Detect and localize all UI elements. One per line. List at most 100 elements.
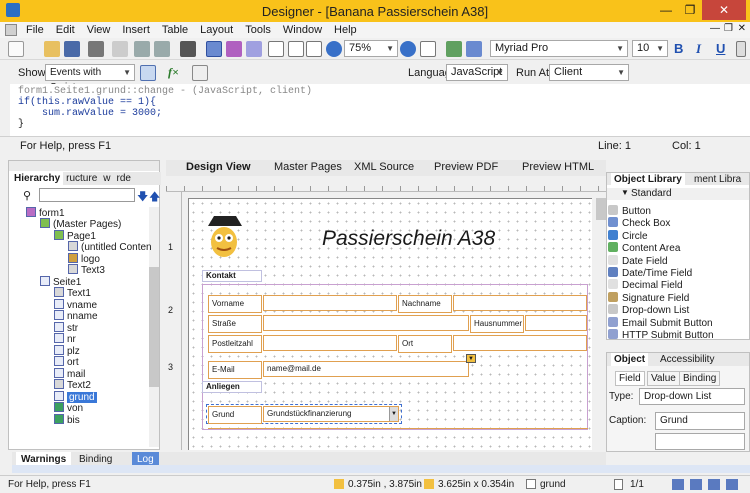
arrow-up-icon[interactable]: 🡅 (149, 188, 160, 207)
zoom-out-icon[interactable] (326, 41, 342, 57)
menu-insert[interactable]: Insert (116, 22, 156, 38)
language-select[interactable]: JavaScript ▼ (446, 64, 508, 81)
mdi-close-button[interactable]: ✕ (738, 23, 746, 34)
library-tab[interactable]: ment Libra (691, 173, 744, 186)
library-item[interactable]: Check Box (608, 217, 670, 230)
tree-item[interactable]: bis (54, 414, 80, 426)
menu-layout[interactable]: Layout (194, 22, 239, 38)
library-item[interactable]: Decimal Field (608, 279, 683, 292)
vorname-field[interactable] (263, 295, 397, 311)
undo-icon[interactable] (134, 41, 150, 57)
ort-field[interactable] (453, 335, 587, 351)
events-list-icon[interactable] (140, 65, 156, 81)
tree-item[interactable]: Text2 (54, 379, 91, 391)
cut-icon[interactable] (112, 41, 128, 57)
grund-dropdown[interactable]: Grundstückfinanzierung (263, 406, 399, 422)
script-editor[interactable]: form1.Seite1.grund::change - (JavaScript… (10, 84, 750, 136)
vertical-scrollbar[interactable] (596, 192, 606, 450)
zoom-select[interactable]: 75% ▼ (344, 40, 398, 57)
tree-item[interactable]: nr (54, 333, 76, 345)
library-item[interactable]: Date Field (608, 254, 668, 268)
design-tab[interactable]: Design View (186, 161, 251, 173)
bold-button[interactable]: B (674, 41, 683, 56)
tree-item[interactable]: ort (54, 356, 79, 368)
snap-icon[interactable] (226, 41, 242, 57)
caption-extra-input[interactable] (655, 433, 745, 450)
mdi-minimize-button[interactable]: — (710, 23, 720, 34)
type-select[interactable]: Drop-down List (639, 388, 745, 405)
strasse-field[interactable] (263, 315, 469, 331)
object-subtab[interactable]: Binding (679, 371, 721, 386)
tree-item[interactable]: (untitled Conten (68, 241, 152, 253)
underline-button[interactable]: U (716, 41, 725, 56)
zoom-in-icon[interactable] (400, 41, 416, 57)
tray-icon[interactable] (726, 479, 738, 490)
arrow-down-icon[interactable]: 🡇 (137, 188, 148, 207)
postleitzahl-field[interactable] (263, 335, 397, 351)
caption-input[interactable]: Grund (655, 412, 745, 430)
save-icon[interactable] (64, 41, 80, 57)
object-subtab[interactable]: Value (647, 371, 680, 386)
find-icon[interactable] (180, 41, 196, 57)
menu-file[interactable]: File (20, 22, 50, 38)
design-tab[interactable]: XML Source (354, 161, 414, 173)
tray-icon[interactable] (708, 479, 720, 490)
maximize-button[interactable]: ❐ (676, 0, 704, 20)
design-tab[interactable]: Preview HTML (522, 161, 594, 173)
library-item[interactable]: Drop-down List (608, 304, 689, 317)
object-tab[interactable]: Accessibility (657, 353, 717, 366)
design-tab[interactable]: Master Pages (274, 161, 342, 173)
menu-window[interactable]: Window (277, 22, 328, 38)
tray-icon[interactable] (690, 479, 702, 490)
fit-width-icon[interactable] (288, 41, 304, 57)
hierarchy-tab[interactable]: ructure (63, 172, 100, 185)
italic-button[interactable]: I (696, 41, 701, 57)
mdi-restore-button[interactable]: ❐ (724, 23, 733, 34)
menu-edit[interactable]: Edit (50, 22, 81, 38)
library-item[interactable]: Signature Field (608, 291, 689, 305)
font-select[interactable]: Myriad Pro ▼ (490, 40, 628, 57)
preview-icon[interactable] (466, 41, 482, 57)
zoom-region-icon[interactable] (420, 41, 436, 57)
hierarchy-tab[interactable]: rde (114, 172, 134, 185)
open-icon[interactable] (44, 41, 60, 57)
library-tab[interactable]: Object Library (611, 173, 685, 186)
tree-item[interactable]: (Master Pages) (40, 218, 121, 230)
dropdown-arrow-icon[interactable]: ▼ (389, 407, 398, 421)
tree-item[interactable]: von (54, 402, 83, 414)
redo-icon[interactable] (154, 41, 170, 57)
library-item[interactable]: Date/Time Field (608, 267, 692, 280)
tree-item[interactable]: Text3 (68, 264, 105, 276)
menu-tools[interactable]: Tools (239, 22, 277, 38)
fit-height-icon[interactable] (306, 41, 322, 57)
library-item[interactable]: Circle (608, 229, 648, 243)
hierarchy-search-input[interactable] (39, 188, 135, 202)
layout-icon[interactable] (246, 41, 262, 57)
close-button[interactable]: ✕ (702, 0, 746, 20)
library-item[interactable]: HTTP Submit Button (608, 329, 714, 342)
menu-view[interactable]: View (81, 22, 117, 38)
tray-icon[interactable] (672, 479, 684, 490)
grid-icon[interactable] (206, 41, 222, 57)
align-icon[interactable] (736, 41, 746, 57)
tree-item[interactable]: Text1 (54, 287, 91, 299)
function-icon[interactable]: f× (168, 65, 179, 80)
show-select[interactable]: Events with Scripts▼ (45, 64, 135, 93)
library-item[interactable]: Email Submit Button (608, 316, 713, 330)
tree-item[interactable]: nname (54, 310, 98, 322)
nachname-field[interactable] (453, 295, 587, 311)
library-group-standard[interactable]: ▼ Standard (607, 188, 749, 200)
menu-table[interactable]: Table (156, 22, 194, 38)
hierarchy-tab[interactable]: Hierarchy (11, 172, 64, 185)
object-subtab[interactable]: Field (615, 371, 645, 386)
object-tab[interactable]: Object (611, 353, 649, 366)
check-script-icon[interactable] (192, 65, 208, 81)
design-tab[interactable]: Preview PDF (434, 161, 498, 173)
email-field[interactable]: name@mail.de (263, 361, 469, 377)
print-icon[interactable] (88, 41, 104, 57)
menu-help[interactable]: Help (328, 22, 363, 38)
hierarchy-tab[interactable]: w (100, 172, 113, 185)
page-icon[interactable] (268, 41, 284, 57)
library-item[interactable]: Button (608, 205, 651, 218)
runat-select[interactable]: Client ▼ (549, 64, 629, 81)
